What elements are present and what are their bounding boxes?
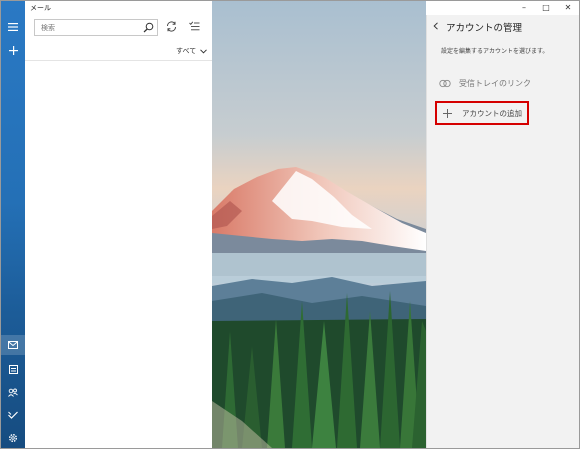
app-window: メール – □ ✕ 検索 すべて アカウントの管理 設定を編集するアカウントを選… [0, 0, 580, 449]
filter-icon[interactable] [189, 21, 200, 31]
filter-label: すべて [176, 47, 197, 55]
checkmark-icon [8, 411, 18, 419]
mail-nav-button[interactable] [1, 335, 25, 355]
mail-icon [8, 341, 18, 349]
settings-nav-button[interactable] [1, 428, 25, 448]
title-bar: メール – □ ✕ [1, 1, 579, 15]
link-icon [439, 79, 451, 88]
new-mail-button[interactable] [1, 40, 25, 60]
filter-dropdown[interactable]: すべて [176, 46, 208, 56]
chevron-left-icon[interactable] [433, 22, 439, 30]
chevron-down-icon [200, 48, 208, 54]
add-account-button[interactable]: アカウントの追加 [435, 101, 529, 125]
todo-nav-button[interactable] [1, 405, 25, 425]
navigation-rail [1, 1, 25, 448]
search-input[interactable]: 検索 [41, 23, 55, 33]
maximize-button[interactable]: □ [535, 1, 557, 15]
settings-description: 設定を編集するアカウントを選びます。 [441, 48, 549, 55]
hamburger-button[interactable] [1, 17, 25, 37]
close-button[interactable]: ✕ [557, 1, 579, 15]
calendar-icon [8, 364, 18, 374]
search-icon[interactable] [143, 22, 154, 33]
link-inboxes-item[interactable]: 受信トレイのリンク [439, 78, 531, 89]
list-divider [25, 60, 212, 61]
mountain-landscape [212, 1, 426, 448]
gear-icon [9, 434, 17, 442]
calendar-nav-button[interactable] [1, 359, 25, 379]
search-box[interactable]: 検索 [34, 19, 158, 36]
plus-icon [443, 108, 452, 118]
settings-title: アカウントの管理 [446, 23, 523, 34]
link-inboxes-label: 受信トレイのリンク [459, 79, 531, 88]
sync-icon[interactable] [166, 21, 177, 32]
people-icon [8, 388, 18, 397]
settings-pane: アカウントの管理 設定を編集するアカウントを選びます。 受信トレイのリンク アカ… [426, 15, 579, 448]
app-title: メール [30, 4, 51, 12]
message-list-pane: 検索 すべて [25, 15, 212, 448]
plus-icon [8, 45, 18, 55]
background-image [212, 1, 426, 448]
hamburger-icon [8, 23, 18, 31]
people-nav-button[interactable] [1, 382, 25, 402]
add-account-label: アカウントの追加 [462, 108, 522, 118]
minimize-button[interactable]: – [513, 1, 535, 15]
